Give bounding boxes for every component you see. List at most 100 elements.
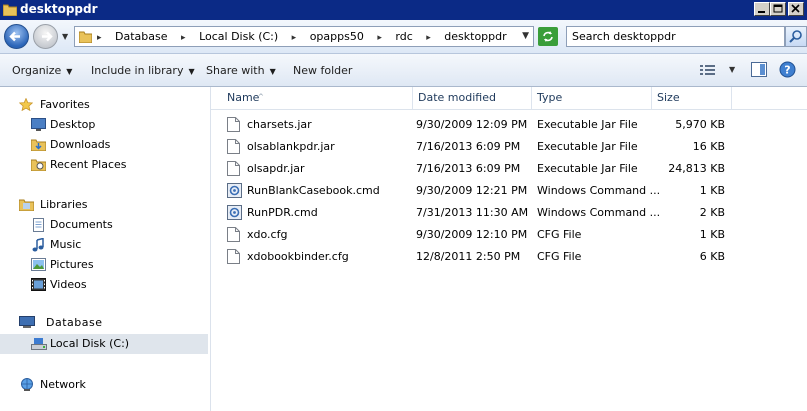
- breadcrumb-desktoppdr[interactable]: desktoppdr: [444, 30, 506, 43]
- cmd-file-icon: [227, 183, 242, 198]
- breadcrumb-local-disk[interactable]: Local Disk (C:): [199, 30, 278, 43]
- nav-downloads[interactable]: Downloads: [0, 136, 208, 154]
- file-name: RunPDR.cmd: [247, 206, 318, 219]
- file-size: 2 KB: [699, 206, 725, 219]
- close-button[interactable]: [788, 2, 804, 16]
- search-placeholder: Search desktoppdr: [572, 30, 676, 43]
- column-header-date[interactable]: Date modified: [413, 87, 532, 109]
- nav-recent-places-label: Recent Places: [50, 158, 127, 171]
- nav-desktop[interactable]: Desktop: [0, 116, 208, 134]
- breadcrumb-chevron-icon[interactable]: ▸: [377, 33, 382, 43]
- file-date-modified: 9/30/2009 12:21 PM: [416, 184, 528, 197]
- videos-icon: [31, 278, 46, 291]
- nav-libraries[interactable]: Libraries: [0, 196, 208, 214]
- title-bar: desktoppdr: [0, 0, 807, 20]
- file-row[interactable]: RunPDR.cmd 7/31/2013 11:30 AM Windows Comm…: [211, 202, 807, 224]
- nav-network[interactable]: Network: [0, 376, 208, 394]
- chevron-down-icon: ▼: [188, 67, 195, 76]
- documents-icon: [31, 218, 45, 232]
- cmd-file-icon: [227, 205, 242, 220]
- nav-videos[interactable]: Videos: [0, 276, 208, 294]
- breadcrumb-chevron-icon[interactable]: ▸: [181, 33, 186, 43]
- nav-local-disk-label: Local Disk (C:): [50, 337, 130, 350]
- file-name: charsets.jar: [247, 118, 312, 131]
- nav-videos-label: Videos: [50, 278, 87, 291]
- search-input[interactable]: Search desktoppdr: [566, 26, 785, 47]
- breadcrumb-database[interactable]: Database: [115, 30, 168, 43]
- nav-documents[interactable]: Documents: [0, 216, 208, 234]
- column-header-name[interactable]: Name ^: [211, 87, 413, 109]
- column-header-row: Name ^ Date modified Type Size: [211, 87, 807, 110]
- maximize-button[interactable]: [770, 2, 786, 16]
- breadcrumb-opapps50[interactable]: opapps50: [310, 30, 364, 43]
- back-button[interactable]: [4, 24, 29, 49]
- file-name: olsapdr.jar: [247, 162, 305, 175]
- command-bar: Organize ▼ Include in library ▼ Share with…: [0, 54, 807, 87]
- file-name: olsablankpdr.jar: [247, 140, 335, 153]
- nav-database-label: Database: [46, 316, 103, 329]
- nav-recent-places[interactable]: Recent Places: [0, 156, 208, 174]
- include-in-library-menu[interactable]: Include in library ▼: [91, 64, 195, 77]
- nav-favorites-label: Favorites: [40, 98, 90, 111]
- file-date-modified: 12/8/2011 2:50 PM: [416, 250, 521, 263]
- file-type: Executable Jar File: [537, 118, 638, 131]
- folder-icon: [79, 30, 92, 43]
- breadcrumb-rdc[interactable]: rdc: [395, 30, 412, 43]
- file-row[interactable]: RunBlankCasebook.cmd 9/30/2009 12:21 PM Wi…: [211, 180, 807, 202]
- file-row[interactable]: xdo.cfg 9/30/2009 12:10 PM CFG File 1 KB: [211, 224, 807, 246]
- nav-local-disk[interactable]: Local Disk (C:): [0, 334, 208, 354]
- recent-pages-dropdown-icon[interactable]: ▼: [62, 32, 68, 41]
- file-date-modified: 7/16/2013 6:09 PM: [416, 140, 521, 153]
- music-icon: [31, 238, 45, 252]
- file-row[interactable]: charsets.jar 9/30/2009 12:09 PM Executable…: [211, 114, 807, 136]
- column-header-type[interactable]: Type: [532, 87, 652, 109]
- minimize-button[interactable]: [754, 2, 770, 16]
- file-type: Windows Command ...: [537, 206, 661, 219]
- view-dropdown-icon[interactable]: ▼: [729, 65, 735, 74]
- star-icon: [19, 98, 33, 111]
- desktop-icon: [31, 118, 46, 131]
- file-date-modified: 7/16/2013 6:09 PM: [416, 162, 521, 175]
- file-size: 1 KB: [699, 184, 725, 197]
- network-icon: [19, 378, 33, 391]
- chevron-down-icon: ▼: [269, 67, 276, 76]
- nav-favorites[interactable]: Favorites: [0, 96, 208, 114]
- breadcrumb-chevron-icon[interactable]: ▸: [426, 33, 431, 43]
- nav-pictures[interactable]: Pictures: [0, 256, 208, 274]
- nav-music-label: Music: [50, 238, 82, 251]
- file-type: Windows Command ...: [537, 184, 661, 197]
- forward-button[interactable]: [33, 24, 58, 49]
- refresh-button[interactable]: [538, 27, 558, 46]
- file-row[interactable]: olsapdr.jar 7/16/2013 6:09 PM Executable J…: [211, 158, 807, 180]
- nav-libraries-label: Libraries: [40, 198, 88, 211]
- file-row[interactable]: olsablankpdr.jar 7/16/2013 6:09 PM Executa…: [211, 136, 807, 158]
- breadcrumb-chevron-icon[interactable]: ▸: [97, 33, 102, 43]
- view-options-icon[interactable]: [700, 64, 716, 76]
- preview-pane-icon[interactable]: [751, 62, 767, 77]
- downloads-folder-icon: [31, 138, 46, 151]
- column-header-size[interactable]: Size: [652, 87, 732, 109]
- libraries-icon: [19, 198, 34, 211]
- file-date-modified: 9/30/2009 12:10 PM: [416, 228, 528, 241]
- file-row[interactable]: xdobookbinder.cfg 12/8/2011 2:50 PM CFG Fi…: [211, 246, 807, 268]
- search-button[interactable]: [785, 26, 807, 47]
- file-name: xdobookbinder.cfg: [247, 250, 349, 263]
- file-type: CFG File: [537, 250, 582, 263]
- folder-icon: [3, 3, 17, 16]
- nav-database[interactable]: Database: [0, 314, 208, 332]
- share-with-menu[interactable]: Share with ▼: [206, 64, 276, 77]
- new-folder-button[interactable]: New folder: [293, 64, 352, 77]
- file-size: 1 KB: [699, 228, 725, 241]
- help-icon[interactable]: ?: [779, 61, 796, 78]
- organize-menu[interactable]: Organize ▼: [12, 64, 72, 77]
- nav-network-label: Network: [40, 378, 86, 391]
- svg-text:?: ?: [784, 64, 790, 77]
- pictures-icon: [31, 258, 46, 271]
- file-size: 5,970 KB: [675, 118, 725, 131]
- nav-music[interactable]: Music: [0, 236, 208, 254]
- breadcrumb-chevron-icon[interactable]: ▸: [292, 33, 297, 43]
- file-date-modified: 9/30/2009 12:09 PM: [416, 118, 528, 131]
- address-box[interactable]: ▸ Database ▸ Local Disk (C:) ▸ opapps50 …: [74, 26, 534, 47]
- address-history-dropdown-icon[interactable]: ▼: [522, 31, 529, 41]
- file-date-modified: 7/31/2013 11:30 AM: [416, 206, 529, 219]
